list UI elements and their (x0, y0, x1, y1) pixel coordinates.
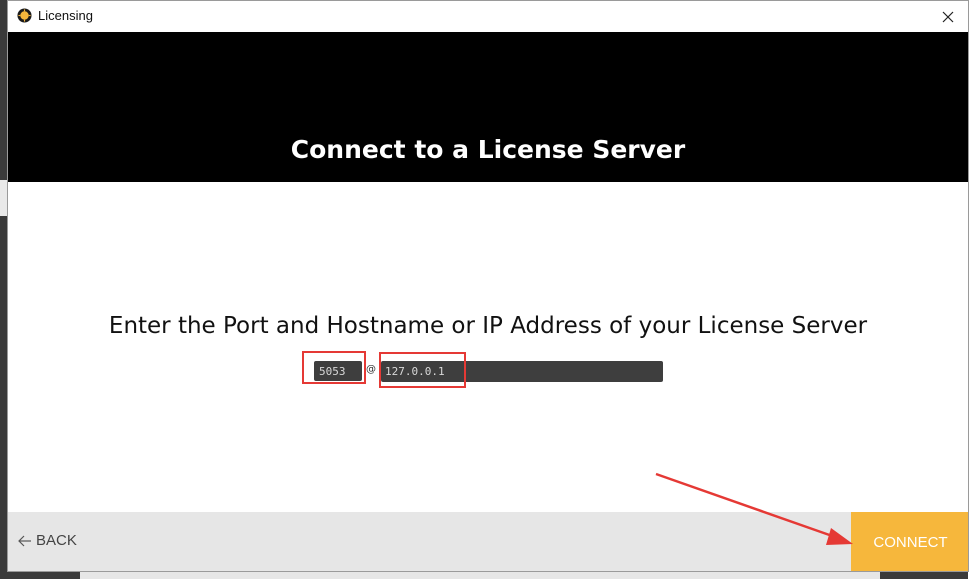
window-title: Licensing (38, 8, 93, 23)
connect-button[interactable]: CONNECT (851, 512, 968, 571)
port-input[interactable] (314, 361, 362, 381)
instruction-text: Enter the Port and Hostname or IP Addres… (108, 313, 868, 339)
title-bar: Licensing (8, 1, 968, 32)
hostname-input[interactable] (381, 361, 663, 382)
connect-label: CONNECT (873, 534, 948, 551)
back-label: BACK (36, 532, 77, 549)
at-separator: @ (366, 364, 376, 375)
back-button[interactable]: BACK (18, 532, 77, 549)
close-button[interactable] (928, 1, 968, 32)
licensing-window: Licensing Connect to a License Server En… (7, 0, 969, 572)
close-icon (942, 11, 954, 22)
header-banner: Connect to a License Server (8, 32, 968, 182)
banner-title: Connect to a License Server (290, 135, 686, 164)
app-logo-icon (17, 8, 32, 23)
arrow-left-icon (18, 535, 31, 546)
footer-bar: BACK CONNECT (8, 512, 968, 571)
background-edge-right (968, 0, 976, 579)
